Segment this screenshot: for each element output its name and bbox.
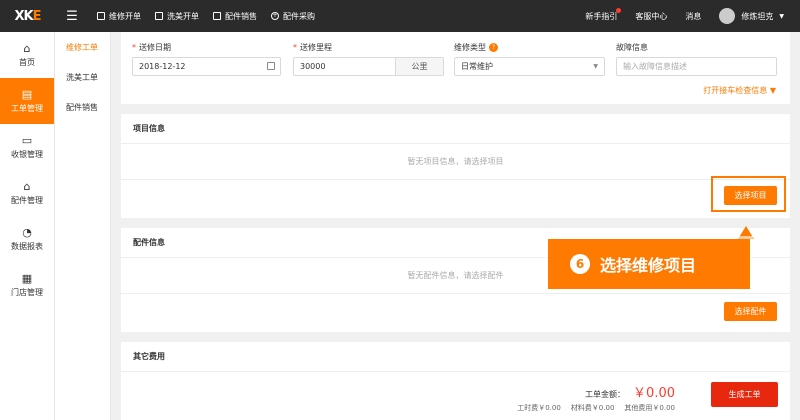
labor-fee: 工时费￥0.00 <box>517 404 561 412</box>
chevron-down-icon: ▼ <box>593 63 598 70</box>
subnav-item-repair[interactable]: 维修工单 <box>55 32 110 62</box>
top-nav-parts-sales[interactable]: 配件销售 <box>213 0 271 32</box>
support-link[interactable]: 客服中心 <box>635 11 667 22</box>
project-section: 项目信息 暂无项目信息，请选择项目 选择项目 <box>121 114 790 218</box>
other-fees-title: 其它费用 <box>121 342 790 372</box>
top-right-menu: 新手指引 客服中心 消息 修炼坦克 ▼ <box>585 0 800 32</box>
sidebar-item-parts[interactable]: ⌂ 配件管理 <box>0 170 54 216</box>
sub-nav: 维修工单 洗美工单 配件销售 <box>55 32 111 420</box>
fault-input[interactable]: 输入故障信息描述 <box>616 57 777 76</box>
other-fee: 其他费用￥0.00 <box>624 404 675 412</box>
sidebar-item-home[interactable]: ⌂ 首页 <box>0 32 54 78</box>
inspection-link[interactable]: 打开接车检查信息 ▼ <box>703 85 776 96</box>
cash-icon: ▭ <box>21 133 33 147</box>
other-fees-section: 其它费用 <box>121 342 790 420</box>
fee-summary: 工单金额： ￥0.00 工时费￥0.00 材料费￥0.00 其他费用￥0.00 <box>517 386 675 412</box>
step-number: 6 <box>570 254 590 274</box>
document-icon <box>97 12 105 20</box>
callout-pointer <box>738 226 754 239</box>
pie-chart-icon: ◔ <box>22 225 32 239</box>
plus-circle-icon: + <box>271 12 279 20</box>
document-icon <box>213 12 221 20</box>
top-nav: 维修开单 洗美开单 配件销售 + 配件采购 <box>97 0 329 32</box>
top-nav-repair-order[interactable]: 维修开单 <box>97 0 155 32</box>
mileage-unit: 公里 <box>395 58 443 75</box>
project-empty: 暂无项目信息，请选择项目 <box>121 144 790 180</box>
sidebar: ⌂ 首页 ▤ 工单管理 ▭ 收银管理 ⌂ 配件管理 ◔ 数据报表 ▦ 门店管理 <box>0 32 55 420</box>
calendar-icon <box>267 62 275 70</box>
menu-toggle-icon[interactable]: ☰ <box>59 0 85 32</box>
app-logo[interactable]: XK E <box>0 0 55 32</box>
sidebar-item-orders[interactable]: ▤ 工单管理 <box>0 78 54 124</box>
guide-link[interactable]: 新手指引 <box>585 7 622 22</box>
sidebar-item-cashier[interactable]: ▭ 收银管理 <box>0 124 54 170</box>
subnav-item-parts-sales[interactable]: 配件销售 <box>55 92 110 122</box>
user-menu[interactable]: 修炼坦克 ▼ <box>719 8 784 24</box>
mileage-input[interactable]: 30000 公里 <box>293 57 444 76</box>
top-nav-wash-order[interactable]: 洗美开单 <box>155 0 213 32</box>
avatar <box>719 8 736 24</box>
home-icon: ⌂ <box>23 41 31 55</box>
fault-field: 故障信息 输入故障信息描述 <box>616 42 777 76</box>
project-title: 项目信息 <box>121 114 790 144</box>
chevron-down-icon: ▼ <box>779 12 784 20</box>
sidebar-item-reports[interactable]: ◔ 数据报表 <box>0 216 54 262</box>
select-parts-button[interactable]: 选择配件 <box>724 302 777 321</box>
store-icon: ▦ <box>21 271 33 285</box>
date-field: * 送修日期 2018-12-12 <box>132 42 281 76</box>
document-icon <box>155 12 163 20</box>
date-input[interactable]: 2018-12-12 <box>132 57 281 76</box>
sidebar-item-store[interactable]: ▦ 门店管理 <box>0 262 54 308</box>
repair-type-field: 维修类型? 日常维护 ▼ <box>454 42 605 76</box>
subnav-item-wash[interactable]: 洗美工单 <box>55 62 110 92</box>
warehouse-icon: ⌂ <box>23 179 31 193</box>
callout-text: 选择维修项目 <box>600 256 697 275</box>
order-total: ￥0.00 <box>633 386 675 401</box>
messages-link[interactable]: 消息 <box>685 11 701 22</box>
notification-dot <box>616 7 622 13</box>
order-form-panel: * 送修日期 2018-12-12 * 送修里程 30000 公里 维修类型? 日常维… <box>121 32 790 104</box>
tutorial-callout: 6 选择维修项目 <box>548 239 750 289</box>
caret-down-icon: ▼ <box>769 86 776 95</box>
repair-type-select[interactable]: 日常维护 ▼ <box>454 57 605 76</box>
top-bar: XK E ☰ 维修开单 洗美开单 配件销售 + 配件采购 新手指引 客服中心 消息 … <box>0 0 800 32</box>
clipboard-icon: ▤ <box>21 87 33 101</box>
mileage-field: * 送修里程 30000 公里 <box>293 42 444 76</box>
top-nav-parts-purchase[interactable]: + 配件采购 <box>271 0 329 32</box>
material-fee: 材料费￥0.00 <box>570 404 615 412</box>
user-name: 修炼坦克 <box>741 11 774 21</box>
help-icon[interactable]: ? <box>489 43 498 52</box>
generate-order-button[interactable]: 生成工单 <box>711 382 778 407</box>
highlight-frame <box>711 176 786 212</box>
